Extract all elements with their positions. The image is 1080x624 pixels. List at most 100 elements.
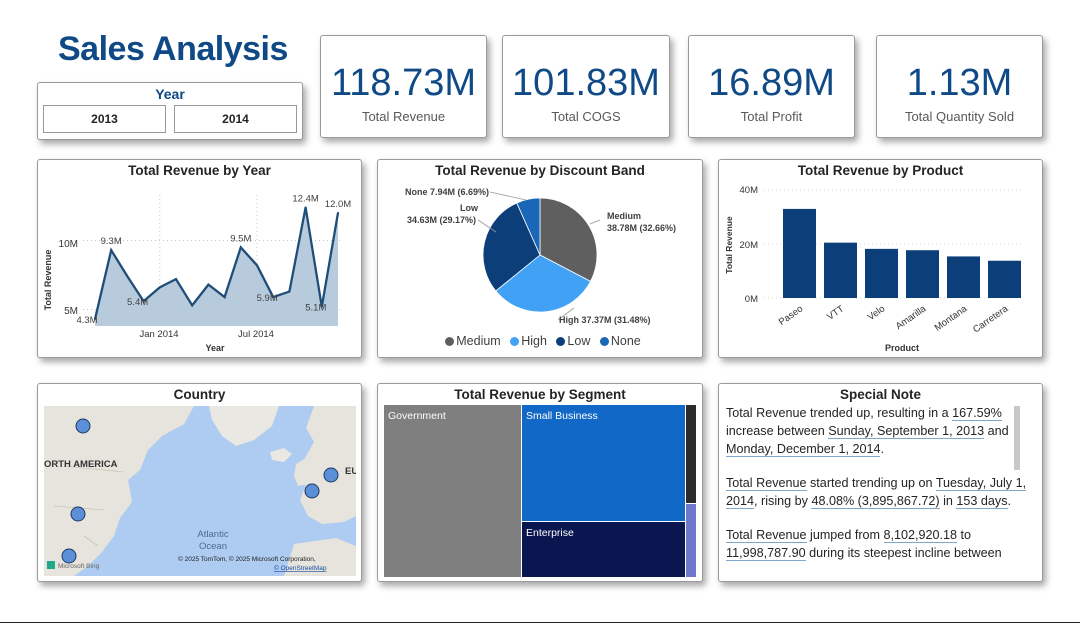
note-body: Total Revenue trended up, resulting in a… [726,404,1032,580]
note-text: jumped from [806,528,884,542]
bar-chart-svg: Total Revenue Product 40M 20M 0M Paseo VT… [724,185,1024,353]
pie-legend: Medium High Low None [378,334,702,348]
note-value: (3,895,867.72) [854,494,940,509]
note-value: Total Revenue [726,476,807,491]
year-option-2013[interactable]: 2013 [43,105,166,133]
leader-line [489,191,527,201]
data-point[interactable] [158,286,161,289]
year-option-2014[interactable]: 2014 [174,105,297,133]
data-point[interactable] [126,275,129,278]
revenue-by-year-chart[interactable]: Total Revenue by Year Total Revenue Year… [37,159,362,358]
treemap-enterprise[interactable]: Enterprise [522,522,685,577]
legend-dot-low [556,337,566,346]
bar-paseo[interactable] [783,208,816,298]
kpi-card-quantity: 1.13M Total Quantity Sold [876,35,1043,138]
map-label-atlantic: Atlantic [197,529,228,540]
kpi-label: Total COGS [551,109,621,124]
data-point[interactable] [207,283,210,286]
label-low-name: Low [460,203,479,213]
data-label: 9.5M [230,233,251,244]
data-point[interactable] [288,290,291,293]
map-title: Country [173,387,226,402]
map-logo: Microsoft Bing [58,563,100,570]
slicer-title: Year [155,86,185,102]
treemap-segment-small-2[interactable] [686,504,696,577]
data-point[interactable] [175,278,177,281]
data-label: 5.4M [127,297,148,308]
legend-low[interactable]: Low [567,334,590,348]
map-osm-link[interactable]: © OpenStreetMap [274,564,327,572]
chart-title: Total Revenue by Segment [454,387,626,402]
note-text: and [984,424,1009,438]
map-label-ocean: Ocean [199,541,227,552]
kpi-label: Total Revenue [361,109,446,124]
bing-logo-icon [47,561,55,569]
bar-montana[interactable] [947,256,980,298]
kpi-card-revenue: 118.73M Total Revenue [320,35,487,138]
revenue-by-product-chart[interactable]: Total Revenue by Product Total Revenue P… [718,159,1043,358]
country-marker-canada[interactable] [75,418,91,434]
note-title: Special Note [839,387,922,402]
data-point[interactable] [239,246,242,249]
country-marker-usa[interactable] [70,506,86,522]
revenue-by-segment-treemap[interactable]: Total Revenue by Segment Government Smal… [377,383,703,582]
data-label: 5.1M [305,303,326,314]
data-point[interactable] [191,304,194,307]
data-label: 5.9M [257,293,278,304]
revenue-by-discount-band-chart[interactable]: Total Revenue by Discount Band None 7.94… [377,159,703,358]
special-note-card: Special Note Total Revenue trended up, r… [718,383,1043,582]
bar-velo[interactable] [865,248,898,298]
y-tick-20m: 20M [740,240,759,251]
leader-line [589,219,601,225]
treemap-segment-small-1[interactable] [686,405,696,503]
data-point[interactable] [110,249,113,252]
bar-amarilla[interactable] [906,250,939,298]
data-point[interactable] [256,264,258,267]
note-text: . [1007,494,1012,508]
country-marker-mexico[interactable] [61,548,77,564]
data-point[interactable] [223,296,226,299]
treemap-small-business[interactable]: Small Business [522,405,685,521]
note-scrollbar[interactable] [1014,406,1020,470]
x-tick-label: Amarilla [894,303,929,332]
y-tick-40m: 40M [740,185,759,196]
map-label-europe: EU [345,466,356,477]
bar-carretera[interactable] [988,260,1021,298]
country-marker-germany[interactable] [323,467,339,483]
note-text: to [957,528,972,542]
page-bottom-divider [0,622,1080,623]
note-paragraph-2: Total Revenue started trending up on Tue… [726,474,1032,510]
legend-dot-none [599,337,609,346]
kpi-card-profit: 16.89M Total Profit [688,35,855,138]
x-tick-label: Paseo [777,303,805,327]
note-value: 48.08% [811,494,855,509]
pie-chart-svg: None 7.94M (6.69%) Low 34.63M (29.17%) M… [405,187,676,325]
legend-high[interactable]: High [521,334,547,348]
treemap-government[interactable]: Government [384,405,521,577]
note-value: Monday, December 1, 2014 [726,442,881,457]
legend-medium[interactable]: Medium [456,334,500,348]
y-tick-10m: 10M [59,239,78,250]
x-tick-label: VTT [825,303,846,322]
legend-none[interactable]: None [611,334,641,348]
land-greenland [209,406,279,446]
label-medium-value: 38.78M (32.66%) [607,223,676,233]
label-none: None 7.94M (6.69%) [405,187,489,197]
note-text: . [880,442,884,456]
land-iceland [270,448,292,462]
year-slicer: Year 2013 2014 [37,82,303,140]
map-canvas[interactable]: ORTH AMERICA EU Atlantic Ocean © 2025 To… [44,406,356,576]
kpi-value: 16.89M [708,62,835,104]
data-label: 12.4M [292,193,318,204]
y-axis-title: Total Revenue [724,216,734,274]
data-label: 9.3M [101,236,122,247]
data-point[interactable] [304,206,307,209]
data-point[interactable] [337,211,339,214]
country-marker-france[interactable] [304,483,320,499]
bar-vtt[interactable] [824,242,857,298]
country-map[interactable]: Country ORTH AMERICA EU Atlantic Ocean ©… [37,383,362,582]
data-label: 12.0M [325,199,351,210]
note-text: , rising by [754,494,812,508]
note-paragraph-3: Total Revenue jumped from 8,102,920.18 t… [726,526,1032,562]
note-text: in [939,494,957,508]
